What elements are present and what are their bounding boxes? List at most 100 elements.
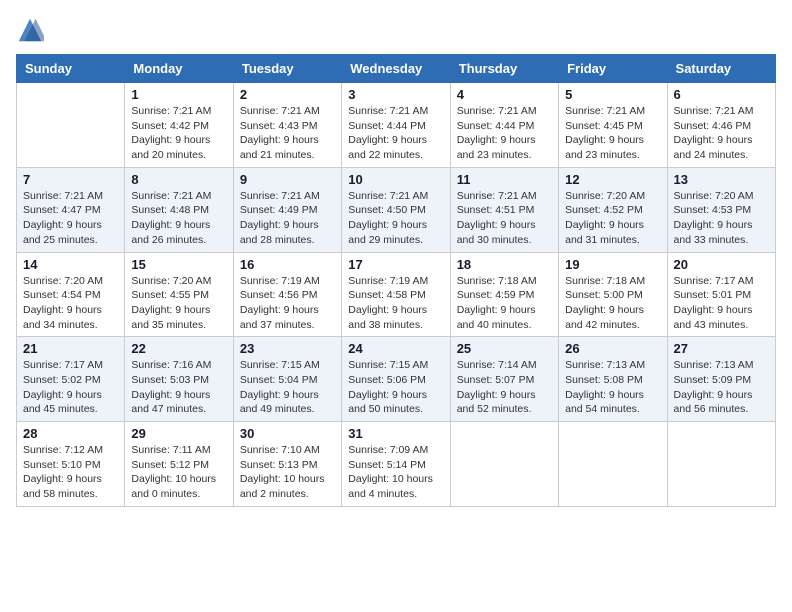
column-header-saturday: Saturday [667,55,775,83]
day-info: Sunrise: 7:12 AM Sunset: 5:10 PM Dayligh… [23,443,118,502]
calendar-cell: 24Sunrise: 7:15 AM Sunset: 5:06 PM Dayli… [342,337,450,422]
calendar-cell: 8 Sunrise: 7:21 AM Sunset: 4:48 PM Daylig… [125,167,233,252]
calendar-cell: 14 Sunrise: 7:20 AM Sunset: 4:54 PM Dayli… [17,252,125,337]
day-info: Sunrise: 7:17 AM Sunset: 5:01 PM Dayligh… [674,274,769,333]
logo-icon [16,16,44,44]
day-number: 26 [565,341,660,356]
day-number: 2 [240,87,335,102]
day-info: Sunrise: 7:18 AM Sunset: 5:00 PM Dayligh… [565,274,660,333]
day-number: 16 [240,257,335,272]
calendar-cell: 6 Sunrise: 7:21 AM Sunset: 4:46 PM Daylig… [667,83,775,168]
day-info: Sunrise: 7:17 AM Sunset: 5:02 PM Dayligh… [23,358,118,417]
calendar-week-row: 7 Sunrise: 7:21 AM Sunset: 4:47 PM Daylig… [17,167,776,252]
calendar-cell: 21 Sunrise: 7:17 AM Sunset: 5:02 PM Dayli… [17,337,125,422]
calendar-week-row: 1 Sunrise: 7:21 AM Sunset: 4:42 PM Daylig… [17,83,776,168]
column-header-wednesday: Wednesday [342,55,450,83]
day-number: 9 [240,172,335,187]
day-info: Sunrise: 7:09 AM Sunset: 5:14 PM Dayligh… [348,443,443,502]
calendar-cell: 3 Sunrise: 7:21 AM Sunset: 4:44 PM Daylig… [342,83,450,168]
day-number: 10 [348,172,443,187]
day-number: 3 [348,87,443,102]
column-header-tuesday: Tuesday [233,55,341,83]
calendar-cell: 29Sunrise: 7:11 AM Sunset: 5:12 PM Dayli… [125,422,233,507]
calendar-cell [667,422,775,507]
day-info: Sunrise: 7:15 AM Sunset: 5:04 PM Dayligh… [240,358,335,417]
day-info: Sunrise: 7:19 AM Sunset: 4:56 PM Dayligh… [240,274,335,333]
calendar-cell: 19 Sunrise: 7:18 AM Sunset: 5:00 PM Dayli… [559,252,667,337]
calendar-cell: 4 Sunrise: 7:21 AM Sunset: 4:44 PM Daylig… [450,83,558,168]
day-number: 17 [348,257,443,272]
calendar-cell: 27 Sunrise: 7:13 AM Sunset: 5:09 PM Dayli… [667,337,775,422]
calendar-week-row: 28 Sunrise: 7:12 AM Sunset: 5:10 PM Dayli… [17,422,776,507]
day-info: Sunrise: 7:20 AM Sunset: 4:54 PM Dayligh… [23,274,118,333]
day-number: 12 [565,172,660,187]
day-number: 25 [457,341,552,356]
calendar-cell [17,83,125,168]
calendar-cell [450,422,558,507]
calendar-week-row: 14 Sunrise: 7:20 AM Sunset: 4:54 PM Dayli… [17,252,776,337]
day-info: Sunrise: 7:20 AM Sunset: 4:53 PM Dayligh… [674,189,769,248]
column-header-thursday: Thursday [450,55,558,83]
calendar-cell: 10 Sunrise: 7:21 AM Sunset: 4:50 PM Dayli… [342,167,450,252]
calendar-cell: 5Sunrise: 7:21 AM Sunset: 4:45 PM Daylig… [559,83,667,168]
calendar-cell: 17Sunrise: 7:19 AM Sunset: 4:58 PM Dayli… [342,252,450,337]
calendar-cell: 1 Sunrise: 7:21 AM Sunset: 4:42 PM Daylig… [125,83,233,168]
day-number: 8 [131,172,226,187]
day-info: Sunrise: 7:21 AM Sunset: 4:44 PM Dayligh… [348,104,443,163]
day-info: Sunrise: 7:14 AM Sunset: 5:07 PM Dayligh… [457,358,552,417]
day-info: Sunrise: 7:18 AM Sunset: 4:59 PM Dayligh… [457,274,552,333]
day-number: 18 [457,257,552,272]
day-info: Sunrise: 7:13 AM Sunset: 5:09 PM Dayligh… [674,358,769,417]
day-number: 6 [674,87,769,102]
logo [16,16,48,44]
day-info: Sunrise: 7:21 AM Sunset: 4:49 PM Dayligh… [240,189,335,248]
day-number: 27 [674,341,769,356]
calendar-cell: 18 Sunrise: 7:18 AM Sunset: 4:59 PM Dayli… [450,252,558,337]
calendar-cell: 7 Sunrise: 7:21 AM Sunset: 4:47 PM Daylig… [17,167,125,252]
day-info: Sunrise: 7:21 AM Sunset: 4:42 PM Dayligh… [131,104,226,163]
calendar-cell: 12 Sunrise: 7:20 AM Sunset: 4:52 PM Dayli… [559,167,667,252]
calendar-cell: 13 Sunrise: 7:20 AM Sunset: 4:53 PM Dayli… [667,167,775,252]
column-header-friday: Friday [559,55,667,83]
day-number: 30 [240,426,335,441]
calendar-table: SundayMondayTuesdayWednesdayThursdayFrid… [16,54,776,507]
page-header [16,16,776,44]
day-info: Sunrise: 7:21 AM Sunset: 4:46 PM Dayligh… [674,104,769,163]
day-number: 14 [23,257,118,272]
calendar-cell: 23 Sunrise: 7:15 AM Sunset: 5:04 PM Dayli… [233,337,341,422]
day-number: 15 [131,257,226,272]
day-info: Sunrise: 7:21 AM Sunset: 4:43 PM Dayligh… [240,104,335,163]
day-info: Sunrise: 7:15 AM Sunset: 5:06 PM Dayligh… [348,358,443,417]
day-number: 20 [674,257,769,272]
day-number: 22 [131,341,226,356]
calendar-cell: 26 Sunrise: 7:13 AM Sunset: 5:08 PM Dayli… [559,337,667,422]
calendar-cell: 31Sunrise: 7:09 AM Sunset: 5:14 PM Dayli… [342,422,450,507]
calendar-cell: 30 Sunrise: 7:10 AM Sunset: 5:13 PM Dayli… [233,422,341,507]
day-info: Sunrise: 7:21 AM Sunset: 4:50 PM Dayligh… [348,189,443,248]
day-info: Sunrise: 7:20 AM Sunset: 4:52 PM Dayligh… [565,189,660,248]
day-info: Sunrise: 7:21 AM Sunset: 4:47 PM Dayligh… [23,189,118,248]
day-number: 23 [240,341,335,356]
calendar-cell [559,422,667,507]
calendar-cell: 28 Sunrise: 7:12 AM Sunset: 5:10 PM Dayli… [17,422,125,507]
day-info: Sunrise: 7:21 AM Sunset: 4:45 PM Dayligh… [565,104,660,163]
calendar-cell: 22Sunrise: 7:16 AM Sunset: 5:03 PM Dayli… [125,337,233,422]
calendar-cell: 20 Sunrise: 7:17 AM Sunset: 5:01 PM Dayli… [667,252,775,337]
day-number: 13 [674,172,769,187]
day-number: 7 [23,172,118,187]
day-number: 28 [23,426,118,441]
day-info: Sunrise: 7:21 AM Sunset: 4:48 PM Dayligh… [131,189,226,248]
calendar-week-row: 21 Sunrise: 7:17 AM Sunset: 5:02 PM Dayli… [17,337,776,422]
day-number: 19 [565,257,660,272]
calendar-header-row: SundayMondayTuesdayWednesdayThursdayFrid… [17,55,776,83]
day-number: 1 [131,87,226,102]
day-number: 4 [457,87,552,102]
day-info: Sunrise: 7:21 AM Sunset: 4:44 PM Dayligh… [457,104,552,163]
day-info: Sunrise: 7:21 AM Sunset: 4:51 PM Dayligh… [457,189,552,248]
day-number: 11 [457,172,552,187]
calendar-cell: 15Sunrise: 7:20 AM Sunset: 4:55 PM Dayli… [125,252,233,337]
day-info: Sunrise: 7:11 AM Sunset: 5:12 PM Dayligh… [131,443,226,502]
day-number: 21 [23,341,118,356]
day-info: Sunrise: 7:13 AM Sunset: 5:08 PM Dayligh… [565,358,660,417]
day-info: Sunrise: 7:10 AM Sunset: 5:13 PM Dayligh… [240,443,335,502]
